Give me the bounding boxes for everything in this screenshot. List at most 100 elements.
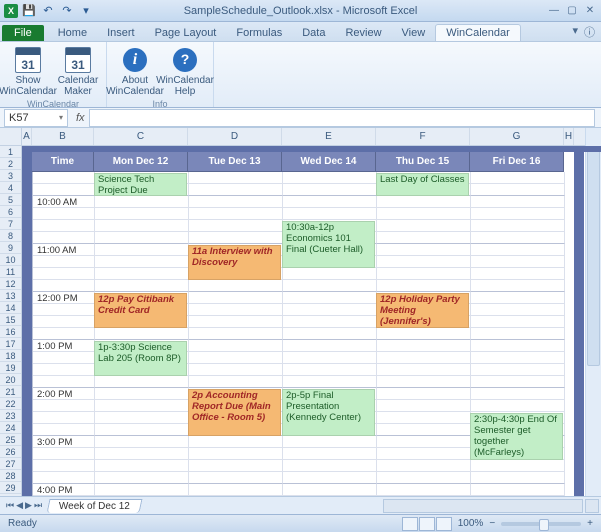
formula-bar[interactable] bbox=[89, 109, 595, 127]
event-final-presentation[interactable]: 2p-5p Final Presentation (Kennedy Center… bbox=[282, 389, 375, 436]
time-label: 4:00 PM bbox=[34, 485, 92, 496]
tab-nav-first-icon[interactable]: ⏮ bbox=[6, 500, 14, 511]
event-interview[interactable]: 11a Interview with Discovery bbox=[188, 245, 281, 280]
col-header-a[interactable]: A bbox=[22, 128, 32, 145]
wincalendar-help-button[interactable]: ? WinCalendar Help bbox=[161, 44, 209, 99]
redo-icon[interactable]: ↷ bbox=[59, 3, 75, 19]
column-headers: A B C D E F G H bbox=[22, 128, 601, 146]
event-citibank[interactable]: 12p Pay Citibank Credit Card bbox=[94, 293, 187, 328]
view-page-layout-button[interactable] bbox=[419, 517, 435, 531]
tab-home[interactable]: Home bbox=[48, 25, 97, 41]
save-icon[interactable]: 💾 bbox=[21, 3, 37, 19]
zoom-out-icon[interactable]: − bbox=[489, 518, 495, 529]
scroll-corner bbox=[585, 499, 599, 513]
row-header[interactable]: 16 bbox=[0, 326, 21, 338]
row-header[interactable]: 21 bbox=[0, 386, 21, 398]
row-header[interactable]: 13 bbox=[0, 290, 21, 302]
maximize-icon[interactable]: ▢ bbox=[565, 5, 579, 17]
row-header[interactable]: 27 bbox=[0, 458, 21, 470]
fx-icon[interactable]: fx bbox=[76, 112, 85, 124]
tab-review[interactable]: Review bbox=[335, 25, 391, 41]
zoom-level[interactable]: 100% bbox=[458, 518, 484, 529]
event-science-lab[interactable]: 1p-3:30p Science Lab 205 (Room 8P) bbox=[94, 341, 187, 376]
name-box[interactable]: K57 bbox=[4, 109, 68, 127]
row-header[interactable]: 3 bbox=[0, 170, 21, 182]
view-normal-button[interactable] bbox=[402, 517, 418, 531]
view-page-break-button[interactable] bbox=[436, 517, 452, 531]
show-wincalendar-button[interactable]: 31 Show WinCalendar bbox=[4, 44, 52, 99]
time-label: 3:00 PM bbox=[34, 437, 92, 450]
window-title: SampleSchedule_Outlook.xlsx - Microsoft … bbox=[184, 5, 418, 17]
row-header[interactable]: 26 bbox=[0, 446, 21, 458]
col-header-c[interactable]: C bbox=[94, 128, 188, 145]
tab-nav-next-icon[interactable]: ▶ bbox=[25, 500, 32, 511]
row-header[interactable]: 9 bbox=[0, 242, 21, 254]
file-tab[interactable]: File bbox=[2, 25, 44, 41]
row-header[interactable]: 6 bbox=[0, 206, 21, 218]
col-header-b[interactable]: B bbox=[32, 128, 94, 145]
status-ready: Ready bbox=[8, 518, 37, 529]
row-header[interactable]: 14 bbox=[0, 302, 21, 314]
tab-page-layout[interactable]: Page Layout bbox=[145, 25, 227, 41]
tab-nav-last-icon[interactable]: ⏭ bbox=[34, 500, 42, 511]
row-header[interactable]: 5 bbox=[0, 194, 21, 206]
row-header[interactable]: 20 bbox=[0, 374, 21, 386]
horizontal-scrollbar[interactable] bbox=[383, 499, 583, 513]
row-header[interactable]: 22 bbox=[0, 398, 21, 410]
status-bar: Ready 100% − + bbox=[0, 514, 601, 532]
event-economics[interactable]: 10:30a-12p Economics 101 Final (Cueter H… bbox=[282, 221, 375, 268]
group-label-wincalendar: WinCalendar bbox=[4, 99, 102, 109]
row-header[interactable]: 1 bbox=[0, 146, 21, 158]
qat-more-icon[interactable]: ▾ bbox=[78, 3, 94, 19]
zoom-in-icon[interactable]: + bbox=[587, 518, 593, 529]
title-bar: X 💾 ↶ ↷ ▾ SampleSchedule_Outlook.xlsx - … bbox=[0, 0, 601, 22]
grid-body[interactable]: Time Mon Dec 12 Tue Dec 13 Wed Dec 14 Th… bbox=[22, 146, 601, 496]
vertical-scrollbar[interactable] bbox=[585, 128, 601, 496]
row-header[interactable]: 4 bbox=[0, 182, 21, 194]
col-header-e[interactable]: E bbox=[282, 128, 376, 145]
row-header[interactable]: 18 bbox=[0, 350, 21, 362]
row-header[interactable]: 28 bbox=[0, 470, 21, 482]
zoom-slider[interactable] bbox=[501, 522, 581, 526]
event-holiday[interactable]: 12p Holiday Party Meeting (Jennifer's) bbox=[376, 293, 469, 328]
select-all-corner[interactable] bbox=[0, 128, 21, 146]
col-header-h[interactable]: H bbox=[564, 128, 574, 145]
event-semester[interactable]: 2:30p-4:30p End Of Semester get together… bbox=[470, 413, 563, 460]
row-header[interactable]: 2 bbox=[0, 158, 21, 170]
calendar-icon: 31 bbox=[15, 47, 41, 73]
row-header[interactable]: 24 bbox=[0, 422, 21, 434]
time-label: 10:00 AM bbox=[34, 197, 92, 210]
calendar-icon: 31 bbox=[65, 47, 91, 73]
row-header[interactable]: 10 bbox=[0, 254, 21, 266]
tab-formulas[interactable]: Formulas bbox=[226, 25, 292, 41]
row-header[interactable]: 29 bbox=[0, 482, 21, 494]
tab-insert[interactable]: Insert bbox=[97, 25, 145, 41]
close-icon[interactable]: ✕ bbox=[583, 5, 597, 17]
about-wincalendar-button[interactable]: i About WinCalendar bbox=[111, 44, 159, 99]
tab-view[interactable]: View bbox=[392, 25, 436, 41]
ribbon-minimize-icon[interactable]: ▾ bbox=[572, 24, 578, 40]
row-header[interactable]: 8 bbox=[0, 230, 21, 242]
row-header[interactable]: 15 bbox=[0, 314, 21, 326]
row-header[interactable]: 19 bbox=[0, 362, 21, 374]
row-header[interactable]: 25 bbox=[0, 434, 21, 446]
tab-wincalendar[interactable]: WinCalendar bbox=[435, 24, 521, 41]
row-header[interactable]: 17 bbox=[0, 338, 21, 350]
undo-icon[interactable]: ↶ bbox=[40, 3, 56, 19]
col-header-g[interactable]: G bbox=[470, 128, 564, 145]
row-header[interactable]: 7 bbox=[0, 218, 21, 230]
tab-data[interactable]: Data bbox=[292, 25, 335, 41]
event-last-day[interactable]: Last Day of Classes bbox=[376, 173, 469, 196]
row-header[interactable]: 12 bbox=[0, 278, 21, 290]
ribbon-help-icon[interactable]: ⓘ bbox=[584, 24, 595, 40]
sheet-tab-week[interactable]: Week of Dec 12 bbox=[47, 499, 143, 513]
minimize-icon[interactable]: — bbox=[547, 5, 561, 17]
col-header-d[interactable]: D bbox=[188, 128, 282, 145]
tab-nav-prev-icon[interactable]: ◀ bbox=[16, 500, 23, 511]
event-science-tech[interactable]: Science Tech Project Due bbox=[94, 173, 187, 196]
col-header-f[interactable]: F bbox=[376, 128, 470, 145]
calendar-maker-button[interactable]: 31 Calendar Maker bbox=[54, 44, 102, 99]
row-header[interactable]: 11 bbox=[0, 266, 21, 278]
row-header[interactable]: 23 bbox=[0, 410, 21, 422]
event-accounting[interactable]: 2p Accounting Report Due (Main Office - … bbox=[188, 389, 281, 436]
